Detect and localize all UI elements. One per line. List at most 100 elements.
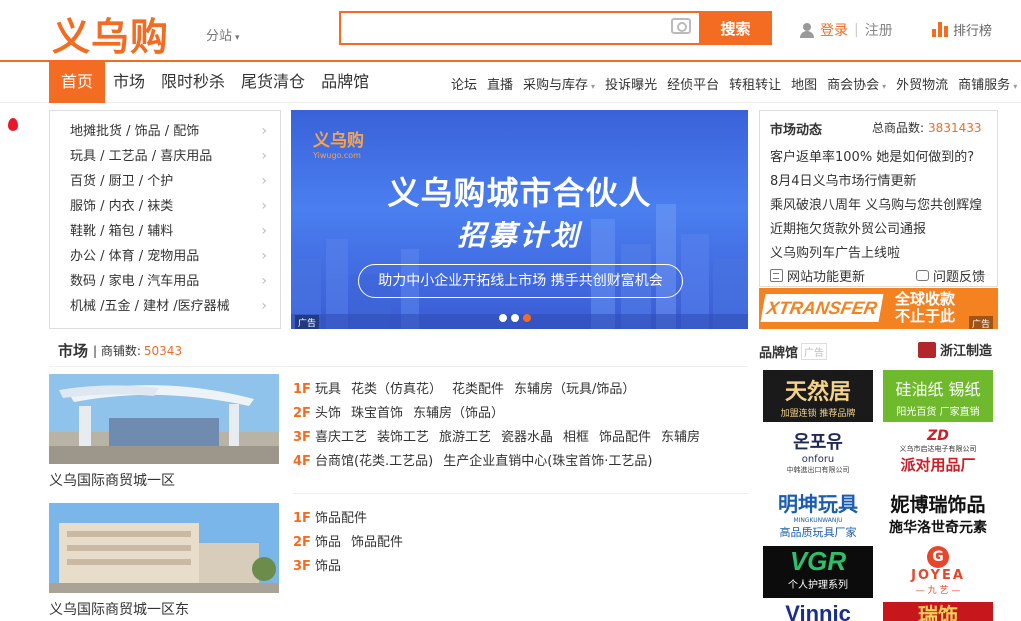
chevron-down-icon: ▾ (235, 33, 240, 43)
floor-category-link[interactable]: 饰品配件 (351, 535, 403, 550)
category-label: 机械 /五金 / 建材 /医疗器械 (70, 299, 230, 314)
nav-sub: 论坛 直播 采购与库存 ▾ 投诉曝光 经侦平台 转租转让 地图 商会协会 ▾ 外贸物流 商铺服务 ▾ (451, 74, 1017, 93)
category-item[interactable]: 办公 / 体育 / 宠物用品 › (70, 244, 270, 269)
brand-nibori[interactable]: 妮博瑞饰品 施华洛世奇元素 (883, 488, 993, 540)
brand-silicone-paper[interactable]: 硅油纸 锡纸 阳光百货 厂家直销 (883, 370, 993, 422)
category-label: 办公 / 体育 / 宠物用品 (70, 249, 200, 264)
site-logo[interactable]: 义乌购 (52, 6, 169, 61)
news-item[interactable]: 义乌购列车广告上线啦 (770, 242, 900, 261)
login-link[interactable]: 登录 (820, 20, 848, 40)
user-icon (800, 22, 814, 38)
carousel-dot[interactable] (499, 314, 507, 322)
floor-category-link[interactable]: 东辅房 (661, 430, 700, 445)
mall-name[interactable]: 义乌国际商贸城一区东 (49, 599, 189, 619)
brand-qida-party[interactable]: ZD 义乌市启达电子有限公司 派对用品厂 (883, 428, 993, 480)
category-item[interactable]: 百货 / 厨卫 / 个护 › (70, 169, 270, 194)
floor-category-link[interactable]: 玩具 (315, 382, 341, 397)
nav-sub-item[interactable]: 地图 (791, 74, 817, 93)
category-item[interactable]: 玩具 / 工艺品 / 喜庆用品 › (70, 144, 270, 169)
floor-category-link[interactable]: 花类（仿真花） (351, 382, 442, 397)
nav-sub-label: 商会协会 (827, 78, 880, 93)
nav-sub-item[interactable]: 直播 (487, 74, 513, 93)
nav-sub-item[interactable]: 外贸物流 (896, 74, 948, 93)
substation-dropdown[interactable]: 分站 ▾ (206, 25, 240, 44)
brand-tianranju[interactable]: 天然居 加盟连锁 推荐品牌 (763, 370, 873, 422)
header: 义乌购 分站 ▾ 搜索 登录 | 注册 排行榜 (0, 0, 1021, 60)
chevron-down-icon: ▾ (882, 82, 887, 91)
banner-carousel[interactable]: 义乌购 Yiwugo.com 义乌购城市合伙人 招募计划 助力中小企业开拓线上市场… (291, 110, 748, 329)
carousel-dot-active[interactable] (523, 314, 531, 322)
nav-sub-label: 采购与库存 (523, 78, 589, 93)
brand-mingkun-toys[interactable]: 明坤玩具 MINGKUNWANJU 高品质玩具厂家 (763, 488, 873, 540)
news-item[interactable]: 乘风破浪八周年 义乌购与您共创辉煌 (770, 194, 982, 213)
brand-ruishi[interactable]: 瑞饰 (883, 602, 993, 621)
category-item[interactable]: 服饰 / 内衣 / 袜类 › (70, 194, 270, 219)
brand-joyea[interactable]: G JOYEA — 九 艺 — (883, 546, 993, 598)
floor-category-link[interactable]: 相框 (563, 430, 589, 445)
floor-category-link[interactable]: 台商馆(花类.工艺品) (315, 454, 433, 469)
feedback-link[interactable]: 问题反馈 (916, 266, 985, 285)
nav-item-market[interactable]: 市场 (105, 61, 153, 103)
nav-sub-item[interactable]: 论坛 (451, 74, 477, 93)
banner-title: 义乌购城市合伙人 (387, 174, 652, 212)
news-item[interactable]: 近期拖欠货款外贸公司通报 (770, 218, 926, 237)
mall-name[interactable]: 义乌国际商贸城一区 (49, 470, 175, 490)
floor-category-link[interactable]: 饰品 (315, 535, 341, 550)
register-link[interactable]: 注册 (865, 20, 893, 40)
brand-vgr[interactable]: VGR 个人护理系列 (763, 546, 873, 598)
floor-category-link[interactable]: 饰品配件 (315, 511, 367, 526)
floor-category-link[interactable]: 饰品 (315, 559, 341, 574)
zhejiang-made[interactable]: 浙江制造 (918, 340, 992, 359)
brand-onforu[interactable]: 온포유 onforu 中韩進出口有限公司 (763, 428, 873, 480)
market-section-title: 市场 (58, 342, 89, 360)
ranking-link[interactable]: 排行榜 (932, 20, 992, 39)
chevron-right-icon: › (261, 223, 267, 239)
nav-sub-item[interactable]: 商铺服务 ▾ (958, 74, 1017, 93)
floor-category-link[interactable]: 头饰 (315, 406, 341, 421)
nav-sub-item[interactable]: 投诉曝光 (605, 74, 657, 93)
floor-category-link[interactable]: 喜庆工艺 (315, 430, 367, 445)
search-input[interactable] (341, 13, 699, 43)
ad-badge: 广告 (969, 316, 994, 329)
floor-category-link[interactable]: 旅游工艺 (439, 430, 491, 445)
news-item[interactable]: 客户返单率100% 她是如何做到的? (770, 146, 974, 165)
floor-category-link[interactable]: 东辅房（玩具/饰品） (514, 382, 635, 397)
news-item[interactable]: 8月4日义乌市场行情更新 (770, 170, 917, 189)
xtransfer-ad[interactable]: XTRANSFER 全球收款 不止于此 广告 (759, 288, 998, 329)
brand-vinnic[interactable]: Vinnic (763, 602, 873, 621)
category-item[interactable]: 数码 / 家电 / 汽车用品 › (70, 269, 270, 294)
category-item[interactable]: 鞋靴 / 箱包 / 辅料 › (70, 219, 270, 244)
main-nav: 首页 市场 限时秒杀 尾货清仓 品牌馆 论坛 直播 采购与库存 ▾ 投诉曝光 经侦平台 转租… (0, 60, 1021, 103)
ad-badge: 广告 (295, 315, 320, 329)
floor-category-link[interactable]: 装饰工艺 (377, 430, 429, 445)
search-button[interactable]: 搜索 (699, 11, 772, 45)
category-item[interactable]: 机械 /五金 / 建材 /医疗器械 › (70, 294, 270, 319)
floor-category-link[interactable]: 瓷器水晶 (501, 430, 553, 445)
site-update-link[interactable]: 网站功能更新 (770, 266, 865, 285)
floor-category-link[interactable]: 饰品配件 (599, 430, 651, 445)
total-products: 总商品数: 3831433 (872, 121, 982, 135)
nav-item-clearance[interactable]: 尾货清仓 (233, 61, 313, 103)
category-label: 服饰 / 内衣 / 袜类 (70, 199, 174, 214)
nav-sub-item[interactable]: 采购与库存 ▾ (523, 74, 595, 93)
login-area: 登录 | 注册 (800, 20, 893, 40)
nav-sub-item[interactable]: 经侦平台 (667, 74, 719, 93)
camera-icon[interactable] (671, 18, 691, 34)
floor-label: 4F (293, 454, 311, 469)
floor-category-link[interactable]: 生产企业直销中心(珠宝首饰·工艺品) (443, 454, 652, 469)
floor-category-link[interactable]: 珠宝首饰 (351, 406, 403, 421)
nav-sub-label: 外贸物流 (896, 78, 949, 93)
floor-category-link[interactable]: 东辅房（饰品） (413, 406, 504, 421)
carousel-dot[interactable] (511, 314, 519, 322)
chevron-right-icon: › (261, 298, 267, 314)
category-item[interactable]: 地摊批货 / 饰品 / 配饰 › (70, 119, 270, 144)
nav-item-flash-sale[interactable]: 限时秒杀 (153, 61, 233, 103)
nav-sub-item[interactable]: 商会协会 ▾ (827, 74, 886, 93)
nav-item-home[interactable]: 首页 (49, 61, 106, 103)
mall-photo[interactable] (49, 374, 279, 464)
divider (293, 493, 748, 494)
nav-sub-item[interactable]: 转租转让 (729, 74, 781, 93)
mall-photo[interactable] (49, 503, 279, 593)
nav-item-brand-hall[interactable]: 品牌馆 (313, 61, 377, 103)
floor-category-link[interactable]: 花类配件 (452, 382, 504, 397)
